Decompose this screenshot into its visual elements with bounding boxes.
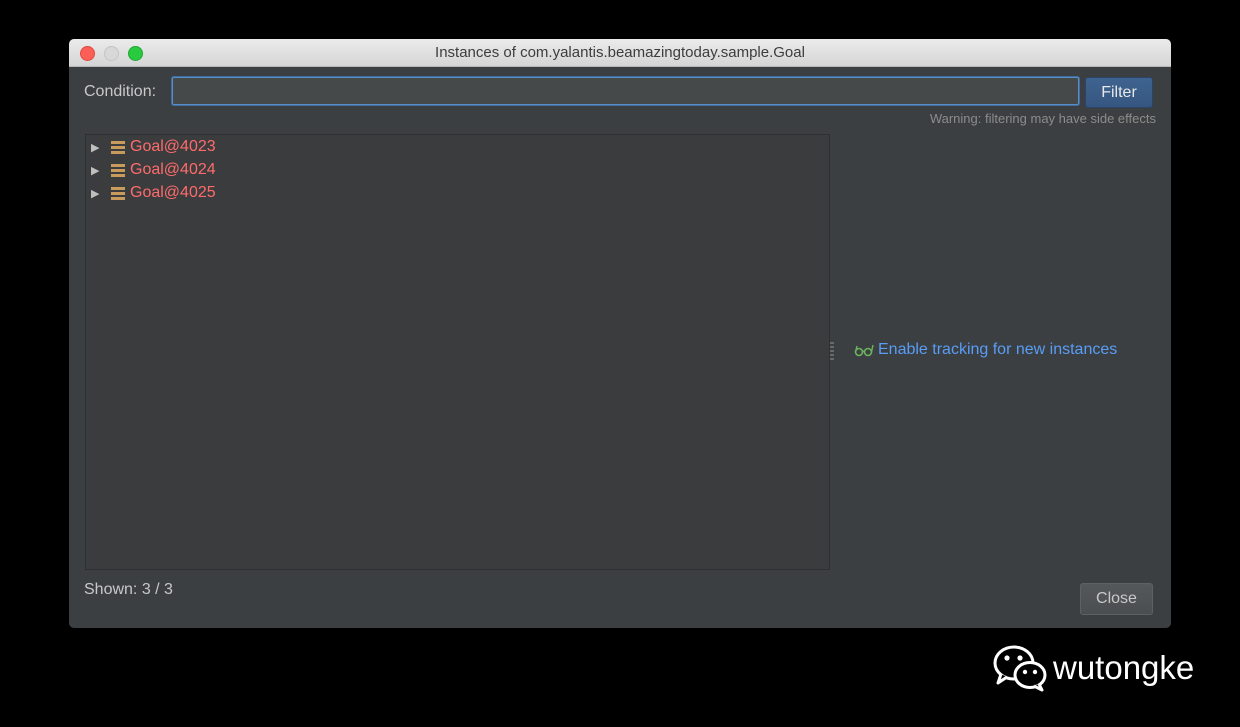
object-icon — [111, 140, 125, 154]
condition-label: Condition: — [84, 83, 157, 100]
instance-label: Goal@4025 — [130, 184, 216, 201]
tree-row[interactable]: ▶ Goal@4024 — [91, 159, 216, 181]
enable-tracking-link[interactable]: Enable tracking for new instances — [854, 341, 1117, 359]
close-button[interactable]: Close — [1080, 583, 1153, 615]
filter-button[interactable]: Filter — [1085, 77, 1153, 108]
watermark: wutongke — [993, 644, 1194, 692]
window-title: Instances of com.yalantis.beamazingtoday… — [435, 44, 805, 61]
condition-input[interactable] — [172, 77, 1079, 105]
object-icon — [111, 163, 125, 177]
expand-arrow-icon[interactable]: ▶ — [91, 141, 101, 154]
expand-arrow-icon[interactable]: ▶ — [91, 187, 101, 200]
watermark-text: wutongke — [1053, 649, 1195, 686]
tree-row[interactable]: ▶ Goal@4025 — [91, 182, 216, 204]
wechat-icon — [993, 645, 1047, 692]
splitter-handle[interactable] — [830, 342, 834, 362]
instances-dialog: Instances of com.yalantis.beamazingtoday… — [69, 39, 1171, 628]
instance-label: Goal@4023 — [130, 138, 216, 155]
instances-tree[interactable]: ▶ Goal@4023 ▶ Goal@4024 ▶ Goal@4025 — [85, 134, 830, 570]
glasses-icon — [854, 344, 874, 357]
title-bar[interactable]: Instances of com.yalantis.beamazingtoday… — [69, 39, 1171, 67]
instance-label: Goal@4024 — [130, 161, 216, 178]
filter-warning: Warning: filtering may have side effects — [929, 111, 1156, 126]
shown-count: Shown: 3 / 3 — [84, 581, 173, 598]
tracking-link-label: Enable tracking for new instances — [878, 341, 1118, 358]
object-icon — [111, 186, 125, 200]
tree-row[interactable]: ▶ Goal@4023 — [91, 136, 216, 158]
expand-arrow-icon[interactable]: ▶ — [91, 164, 101, 177]
